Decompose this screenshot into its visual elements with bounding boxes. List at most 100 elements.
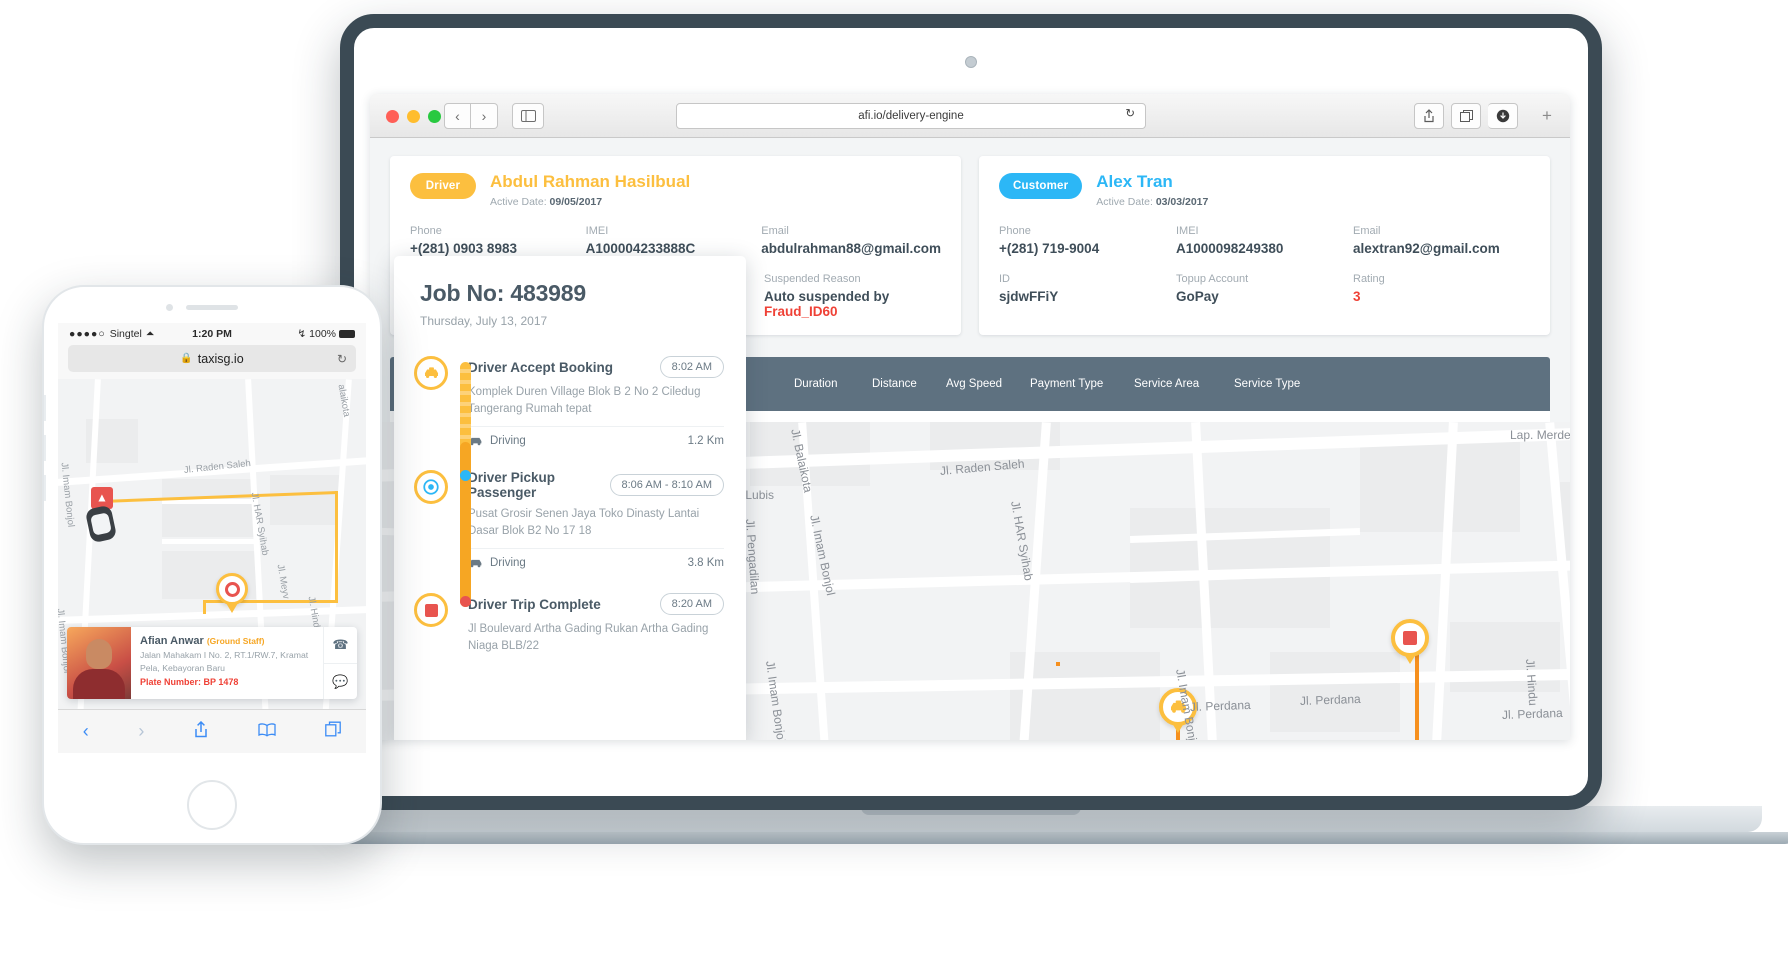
suspend-reason-code: Fraud_ID60: [764, 304, 838, 319]
page-title: Job No: 483989: [420, 280, 720, 307]
field-label: IMEI: [1176, 225, 1353, 237]
battery-label: 100%: [309, 328, 336, 340]
field-label: Rating: [1353, 273, 1530, 285]
maximize-window-button[interactable]: [428, 110, 441, 123]
phone-browser-toolbar[interactable]: ‹ ›: [58, 709, 366, 753]
downloads-button[interactable]: [1488, 103, 1518, 129]
customer-field-rating: Rating 3: [1353, 273, 1530, 304]
destination-marker[interactable]: [1391, 619, 1429, 657]
timeline-step-accept[interactable]: Driver Accept Booking 8:02 AM Komplek Du…: [394, 356, 746, 448]
avatar: [67, 627, 131, 699]
target-icon: [423, 479, 439, 495]
step-mode-label: Driving: [490, 557, 526, 569]
timeline-steps: Driver Accept Booking 8:02 AM Komplek Du…: [394, 342, 746, 685]
field-label: Email: [761, 225, 941, 237]
step-icon-complete: [414, 593, 448, 627]
phone-camera-icon: [166, 304, 173, 311]
chat-icon: 💬: [332, 674, 348, 690]
nav-buttons[interactable]: ‹ ›: [444, 103, 498, 129]
driver-field-phone: Phone +(281) 0903 8983: [410, 225, 586, 256]
field-value: +(281) 0903 8983: [410, 241, 586, 256]
show-tabs-button[interactable]: [1451, 103, 1481, 129]
phone-screen: ●●●●○ Singtel ⏶ 1:20 PM ↯ 100% 🔒 taxisg.…: [58, 323, 366, 775]
plate-label: Plate Number:: [140, 677, 201, 687]
sidebar-toggle-button[interactable]: [512, 103, 544, 129]
phone-home-button[interactable]: [187, 780, 237, 830]
step-row-pickup: Driver Pickup Passenger 8:06 AM - 8:10 A…: [468, 470, 724, 500]
map-street-label: Jl. Perdana: [1190, 698, 1251, 714]
close-window-button[interactable]: [386, 110, 399, 123]
driver-active-label: Active Date:: [490, 196, 547, 208]
back-button[interactable]: ‹: [444, 103, 471, 129]
customer-active-value: 03/03/2017: [1156, 196, 1209, 208]
new-tab-button[interactable]: +: [1534, 103, 1560, 129]
phone-pickup-marker[interactable]: [216, 573, 248, 605]
job-detail-header: Job No: 483989 Thursday, July 13, 2017: [394, 256, 746, 342]
timeline-rail-cap-red: [460, 596, 471, 607]
stop-icon: [1403, 631, 1417, 645]
step-icon-pickup: [414, 470, 448, 504]
step-mode-label: Driving: [490, 435, 526, 447]
step-mode: Driving: [468, 557, 526, 569]
customer-field-topup: Topup Account GoPay: [1176, 273, 1353, 304]
reload-icon[interactable]: ↻: [337, 352, 347, 366]
step-footer: Driving 1.2 Km: [468, 426, 724, 447]
book-icon: [258, 723, 276, 737]
col-avg-speed: Avg Speed: [946, 357, 1030, 412]
col-actions: [1334, 357, 1550, 412]
field-label: Topup Account: [1176, 273, 1353, 285]
field-value: +(281) 719-9004: [999, 241, 1176, 256]
phone-url-field[interactable]: 🔒 taxisg.io ↻: [68, 345, 356, 372]
phone-map[interactable]: ▲ Jl. Raden SalehJl. HAR SyihabJl. Hindu…: [58, 379, 366, 709]
forward-button[interactable]: ›: [471, 103, 498, 129]
field-label: IMEI: [586, 225, 762, 237]
field-value: A1000098249380: [1176, 241, 1353, 256]
phone-forward-button[interactable]: ›: [138, 721, 144, 742]
step-row-accept: Driver Accept Booking 8:02 AM: [468, 356, 724, 378]
bluetooth-icon: ↯: [297, 328, 306, 340]
status-right: ↯ 100%: [297, 328, 355, 340]
customer-field-phone: Phone +(281) 719-9004: [999, 225, 1176, 256]
col-duration: Duration: [794, 357, 872, 412]
battery-icon: [339, 330, 355, 338]
phone-device: ●●●●○ Singtel ⏶ 1:20 PM ↯ 100% 🔒 taxisg.…: [42, 285, 382, 845]
chrome-right-actions[interactable]: [1414, 103, 1518, 129]
chat-button[interactable]: 💬: [324, 663, 357, 699]
driver-card-actions: ☎ 💬: [323, 627, 357, 699]
sidebar-icon: [521, 110, 536, 122]
phone-tabs-button[interactable]: [325, 721, 341, 742]
window-controls[interactable]: [386, 110, 441, 123]
field-label: Email: [1353, 225, 1530, 237]
step-title: Driver Pickup Passenger: [468, 470, 602, 500]
phone-address-bar[interactable]: 🔒 taxisg.io ↻: [58, 345, 366, 379]
map-street-label: Jl. Perdana: [1502, 706, 1563, 722]
phone-share-button[interactable]: [194, 721, 208, 743]
url-text: afi.io/delivery-engine: [858, 110, 963, 122]
address-bar[interactable]: afi.io/delivery-engine ↻: [676, 103, 1146, 129]
route-path-vertical: [1056, 662, 1060, 666]
field-value: A100004233888C: [586, 241, 762, 256]
driver-card-header: Driver Abdul Rahman Hasilbual Active Dat…: [410, 173, 941, 208]
share-button[interactable]: [1414, 103, 1444, 129]
minimize-window-button[interactable]: [407, 110, 420, 123]
customer-name: Alex Tran: [1096, 173, 1208, 192]
wheel-icon: [225, 582, 240, 597]
field-label: Phone: [999, 225, 1176, 237]
call-button[interactable]: ☎: [324, 627, 357, 663]
timeline-step-pickup[interactable]: Driver Pickup Passenger 8:06 AM - 8:10 A…: [394, 470, 746, 569]
phone-bookmarks-button[interactable]: [258, 721, 276, 742]
driver-info-card[interactable]: Afian Anwar (Ground Staff) Jalan Mahakam…: [67, 627, 357, 699]
driver-name: Abdul Rahman Hasilbual: [490, 173, 690, 192]
field-label: Suspended Reason: [764, 273, 941, 285]
map-street-label: Lap. Merdeka: [1510, 428, 1570, 442]
app-content: Lap. MerdekaJl. Raden Salehana LubisJl. …: [370, 138, 1570, 740]
field-label: Phone: [410, 225, 586, 237]
driver-active-value: 09/05/2017: [550, 196, 603, 208]
timeline-step-complete[interactable]: Driver Trip Complete 8:20 AM Jl Boulevar…: [394, 593, 746, 685]
phone-back-button[interactable]: ‹: [83, 721, 89, 742]
col-service-type: Service Type: [1234, 357, 1334, 412]
share-icon: [194, 721, 208, 738]
customer-card: Customer Alex Tran Active Date: 03/03/20…: [979, 156, 1550, 335]
driver-plate: Plate Number: BP 1478: [140, 677, 314, 687]
reload-icon[interactable]: ↻: [1125, 109, 1135, 121]
